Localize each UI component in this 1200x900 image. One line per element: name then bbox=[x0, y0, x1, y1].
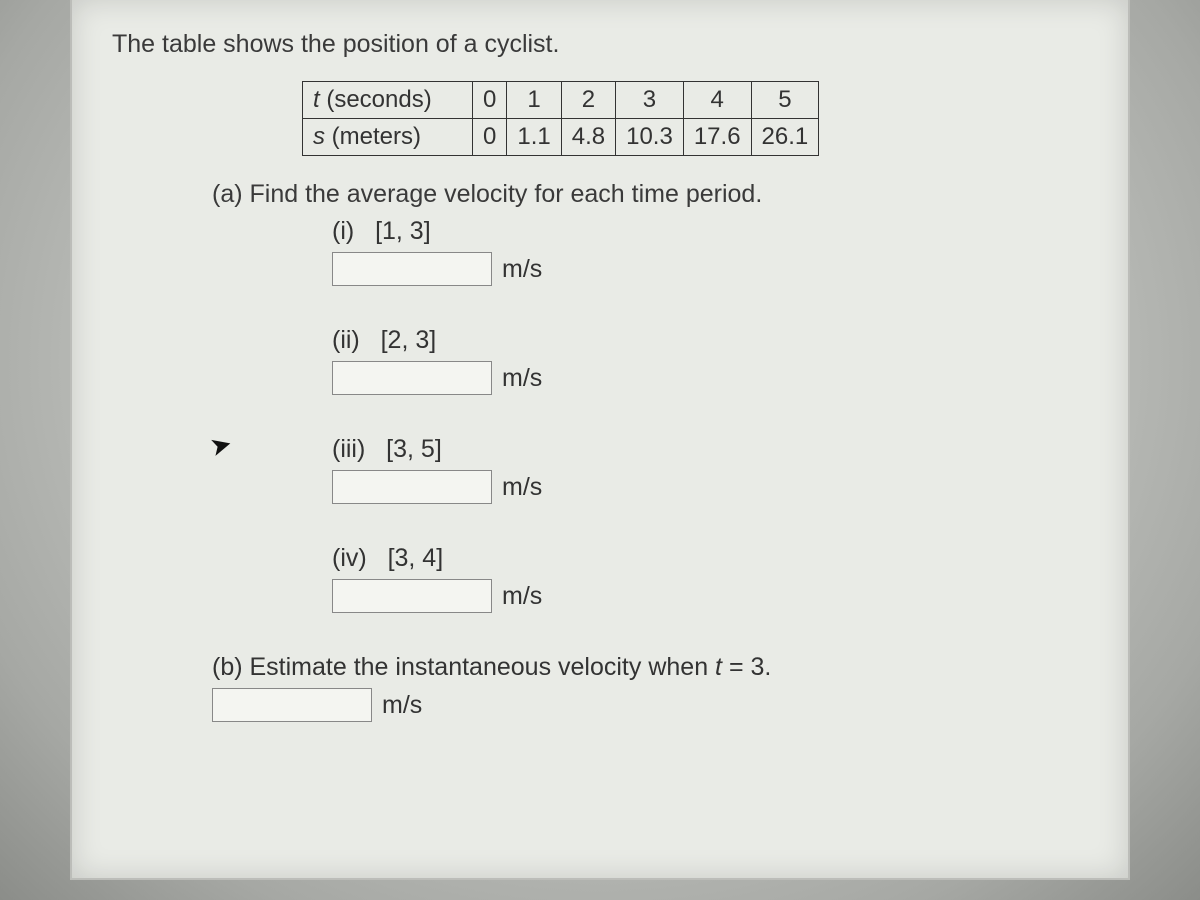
s-cell-4: 17.6 bbox=[683, 119, 751, 156]
position-table: t (seconds) 0 1 2 3 4 5 s (meters) 0 1.1… bbox=[302, 81, 819, 156]
t-cell-2: 2 bbox=[561, 82, 615, 119]
part-b-prompt: (b) Estimate the instantaneous velocity … bbox=[212, 653, 1088, 682]
t-cell-0: 0 bbox=[473, 82, 507, 119]
subpart-iii-label: (iii) [3, 5] bbox=[332, 435, 1088, 464]
part-b-var: t bbox=[715, 653, 722, 681]
answer-input-ii[interactable] bbox=[332, 361, 492, 395]
part-b-post: = 3. bbox=[722, 653, 771, 681]
subpart-ii: (ii) [2, 3] m/s bbox=[332, 326, 1088, 395]
unit-b: m/s bbox=[382, 691, 422, 720]
s-cell-5: 26.1 bbox=[751, 119, 819, 156]
answer-input-iii[interactable] bbox=[332, 470, 492, 504]
intro-text: The table shows the position of a cyclis… bbox=[112, 30, 1088, 59]
t-rest: (seconds) bbox=[320, 86, 432, 113]
subpart-iii-interval: [3, 5] bbox=[386, 435, 442, 463]
subpart-iii-num: (iii) bbox=[332, 435, 365, 463]
t-cell-3: 3 bbox=[616, 82, 684, 119]
t-cell-5: 5 bbox=[751, 82, 819, 119]
subpart-iv-label: (iv) [3, 4] bbox=[332, 544, 1088, 573]
part-a-prompt: (a) Find the average velocity for each t… bbox=[212, 180, 1088, 209]
subpart-ii-input-line: m/s bbox=[332, 361, 1088, 395]
part-b-block: (b) Estimate the instantaneous velocity … bbox=[212, 653, 1088, 722]
subpart-i-label: (i) [1, 3] bbox=[332, 217, 1088, 246]
subpart-ii-num: (ii) bbox=[332, 326, 360, 354]
t-cell-1: 1 bbox=[507, 82, 561, 119]
part-b-pre: (b) Estimate the instantaneous velocity … bbox=[212, 653, 715, 681]
part-a-subparts: (i) [1, 3] m/s (ii) [2, 3] m/s (iii) [3,… bbox=[332, 217, 1088, 613]
part-b-input-line: m/s bbox=[212, 688, 1088, 722]
unit-iii: m/s bbox=[502, 473, 542, 502]
unit-iv: m/s bbox=[502, 582, 542, 611]
subpart-i-interval: [1, 3] bbox=[375, 217, 431, 245]
s-cell-0: 0 bbox=[473, 119, 507, 156]
t-row-label: t (seconds) bbox=[303, 82, 473, 119]
table-row-t: t (seconds) 0 1 2 3 4 5 bbox=[303, 82, 819, 119]
subpart-iii: (iii) [3, 5] m/s bbox=[332, 435, 1088, 504]
subpart-iv-num: (iv) bbox=[332, 544, 367, 572]
subpart-iii-input-line: m/s bbox=[332, 470, 1088, 504]
s-rest: (meters) bbox=[325, 123, 421, 150]
s-cell-2: 4.8 bbox=[561, 119, 615, 156]
subpart-i-input-line: m/s bbox=[332, 252, 1088, 286]
answer-input-i[interactable] bbox=[332, 252, 492, 286]
subpart-i-num: (i) bbox=[332, 217, 354, 245]
subpart-iv-interval: [3, 4] bbox=[388, 544, 444, 572]
s-var: s bbox=[313, 123, 325, 150]
subpart-iv: (iv) [3, 4] m/s bbox=[332, 544, 1088, 613]
subpart-ii-label: (ii) [2, 3] bbox=[332, 326, 1088, 355]
answer-input-iv[interactable] bbox=[332, 579, 492, 613]
subpart-ii-interval: [2, 3] bbox=[381, 326, 437, 354]
t-cell-4: 4 bbox=[683, 82, 751, 119]
subpart-iv-input-line: m/s bbox=[332, 579, 1088, 613]
s-cell-1: 1.1 bbox=[507, 119, 561, 156]
unit-ii: m/s bbox=[502, 364, 542, 393]
answer-input-b[interactable] bbox=[212, 688, 372, 722]
subpart-i: (i) [1, 3] m/s bbox=[332, 217, 1088, 286]
s-cell-3: 10.3 bbox=[616, 119, 684, 156]
unit-i: m/s bbox=[502, 255, 542, 284]
t-var: t bbox=[313, 86, 320, 113]
table-row-s: s (meters) 0 1.1 4.8 10.3 17.6 26.1 bbox=[303, 119, 819, 156]
s-row-label: s (meters) bbox=[303, 119, 473, 156]
